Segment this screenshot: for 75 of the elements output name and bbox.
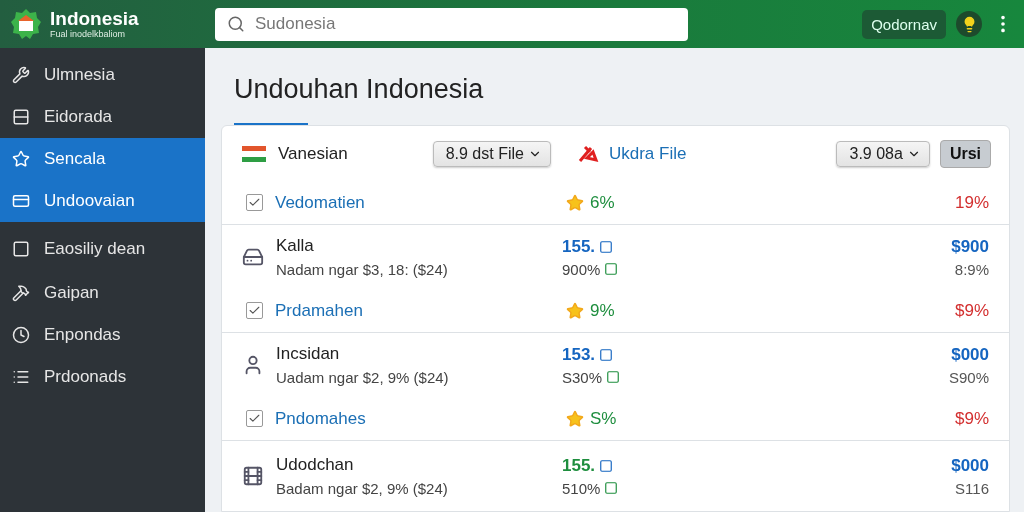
change-value: $9% (954, 300, 989, 321)
card-label: Vanesian (278, 143, 348, 164)
row-link[interactable]: Pndomahes (275, 408, 366, 429)
wrench-icon (12, 66, 30, 84)
version-dropdown[interactable]: 3.9 08a (836, 140, 930, 167)
note-value: 8:9% (954, 260, 989, 278)
star-icon (12, 150, 30, 168)
check-icon (248, 304, 261, 317)
secondary-value: S30% (562, 368, 603, 386)
item-name: Kalla (276, 236, 315, 256)
square-icon (599, 347, 614, 362)
clock-icon (12, 326, 30, 344)
row-link[interactable]: Prdamahen (275, 300, 363, 321)
hammer-icon (12, 284, 30, 302)
list-icon (12, 368, 30, 386)
sidebar-item[interactable]: Eidorada (0, 96, 205, 138)
item-name: Udodchan (276, 455, 355, 475)
lightbulb-icon[interactable] (956, 11, 982, 37)
star-icon (566, 193, 584, 212)
square-icon (599, 239, 614, 254)
row-link[interactable]: Vedomatien (275, 192, 365, 213)
checkbox[interactable] (246, 410, 263, 427)
rows-icon (12, 108, 30, 126)
account-button[interactable]: Qodornav (862, 9, 946, 39)
amount-value: $000 (951, 344, 989, 365)
secondary-value: 900% (562, 260, 601, 278)
logo-icon (10, 8, 42, 40)
percent-value: 6% (590, 192, 615, 213)
sidebar-item[interactable]: Enpondas (0, 314, 205, 356)
sidebar-item[interactable]: Ulmnesia (0, 54, 205, 96)
checkbox[interactable] (246, 194, 263, 211)
percent-value: S% (590, 408, 617, 429)
sidebar-item[interactable]: Gaipan (0, 272, 205, 314)
primary-value: 155. (562, 455, 596, 476)
item-detail: Nadam ngar $3, 18: ($24) (276, 261, 448, 278)
item-icon (242, 465, 264, 487)
card-icon (12, 192, 30, 210)
file-dropdown[interactable]: 8.9 dst File (432, 140, 551, 167)
amount-value: $000 (951, 455, 989, 476)
search-field[interactable]: Sudonesia (215, 7, 688, 41)
change-value: 19% (954, 192, 989, 213)
item-name: Incsidan (276, 344, 341, 364)
primary-value: 153. (562, 344, 596, 365)
sidebar-item[interactable]: Sencala (0, 138, 205, 180)
square-icon (12, 240, 30, 258)
page-title: Undouhan Indonesia (234, 74, 485, 105)
square-icon (606, 370, 621, 384)
sidebar-item[interactable]: Prdoonads (0, 356, 205, 398)
square-icon (604, 262, 619, 276)
change-value: $9% (954, 408, 989, 429)
sidebar-item[interactable]: Eaosiliy dean (0, 226, 205, 272)
secondary-value: 510% (562, 479, 601, 497)
file-link[interactable]: Ukdra File (608, 143, 687, 164)
star-icon (566, 409, 584, 428)
item-detail: Badam ngar $2, 9% ($24) (276, 480, 448, 497)
square-icon (599, 458, 614, 473)
check-icon (248, 196, 261, 209)
item-detail: Uadam ngar $2, 9% ($24) (276, 369, 449, 386)
sidebar-item[interactable]: Undoovaian (0, 180, 205, 222)
item-icon (242, 246, 264, 268)
app-title: Indonesia (50, 9, 139, 29)
note-value: S116 (955, 479, 989, 497)
flag-icon (242, 143, 266, 164)
app-subtitle: Fual inodelkbaliom (50, 29, 127, 39)
search-icon (227, 15, 245, 33)
check-icon (248, 412, 261, 425)
tool-icon (576, 143, 599, 164)
square-icon (604, 481, 619, 495)
percent-value: 9% (590, 300, 615, 321)
primary-value: 155. (562, 236, 596, 257)
amount-value: $900 (951, 236, 989, 257)
checkbox[interactable] (246, 302, 263, 319)
note-value: S90% (948, 368, 989, 386)
action-button[interactable]: Ursi (939, 139, 991, 168)
star-icon (566, 301, 584, 320)
